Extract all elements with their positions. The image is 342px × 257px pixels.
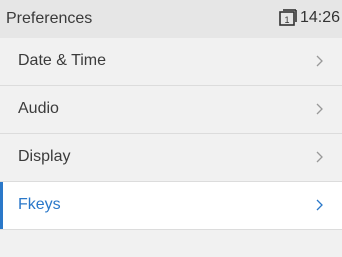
- clock-time: 14:26: [299, 9, 340, 26]
- status-area: 1 14:26: [279, 9, 340, 27]
- selection-indicator: [0, 182, 3, 229]
- menu-item-fkeys[interactable]: Fkeys: [0, 182, 342, 230]
- chevron-right-icon: [314, 198, 324, 212]
- top-bar: Preferences 1 14:26: [0, 0, 342, 38]
- page-title: Preferences: [6, 10, 93, 27]
- menu-item-label: Date & Time: [18, 52, 107, 69]
- chevron-right-icon: [314, 150, 324, 164]
- menu-item-audio[interactable]: Audio: [0, 86, 342, 134]
- chevron-right-icon: [314, 54, 324, 68]
- menu-item-date-time[interactable]: Date & Time: [0, 38, 342, 86]
- menu-item-label: Fkeys: [18, 196, 61, 213]
- menu-item-label: Display: [18, 148, 71, 165]
- svg-text:1: 1: [284, 15, 289, 25]
- phone-account-icon: 1: [279, 9, 297, 27]
- chevron-right-icon: [314, 102, 324, 116]
- menu-item-display[interactable]: Display: [0, 134, 342, 182]
- menu-item-label: Audio: [18, 100, 59, 117]
- preferences-menu: Date & Time Audio Display Fkeys: [0, 38, 342, 230]
